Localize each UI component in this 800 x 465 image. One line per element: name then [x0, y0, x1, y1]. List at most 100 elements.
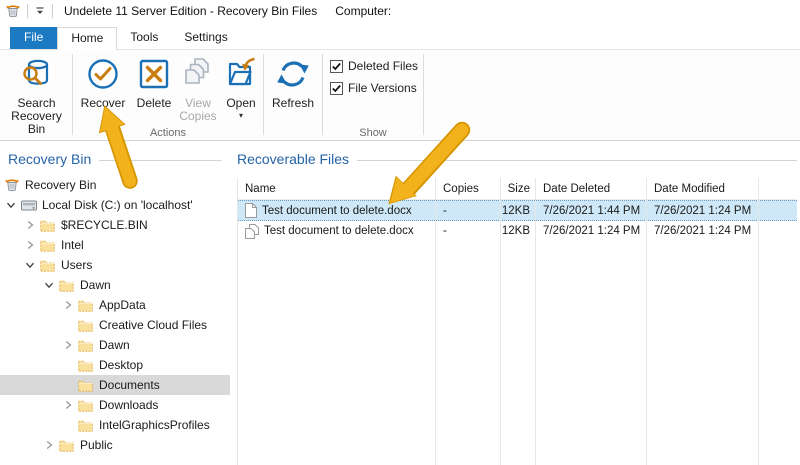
tab-tools[interactable]: Tools — [117, 27, 171, 49]
ribbon-tab-strip: File Home Tools Settings — [0, 22, 800, 50]
cell-text: 7/26/2021 1:24 PM — [654, 225, 751, 237]
tab-home[interactable]: Home — [57, 27, 117, 50]
show-group-checkboxes: Deleted Files File Versions — [330, 58, 418, 102]
column-header-size[interactable]: Size — [501, 178, 536, 199]
heading-rule — [99, 160, 222, 161]
cell-text: 7/26/2021 1:24 PM — [654, 205, 751, 217]
actions-group-label: Actions — [74, 127, 262, 139]
chevron-right-icon[interactable] — [44, 440, 59, 450]
recoverable-files-heading-text: Recoverable Files — [237, 151, 349, 167]
column-header-date-deleted[interactable]: Date Deleted — [536, 178, 647, 199]
tree-item-dawn[interactable]: Dawn — [0, 335, 230, 355]
tree-item-label: Creative Cloud Files — [96, 318, 207, 332]
search-button-label: Search Recovery Bin — [2, 97, 71, 136]
chevron-down-icon[interactable] — [25, 260, 40, 270]
tree-item-appdata[interactable]: AppData — [0, 295, 230, 315]
file-row-test-document-to-delete-docx[interactable]: Test document to delete.docx-12KB7/26/20… — [238, 221, 797, 241]
column-header-copies[interactable]: Copies — [436, 178, 501, 199]
group-separator — [72, 54, 73, 135]
tree-item-recovery-bin[interactable]: Recovery Bin — [0, 175, 230, 195]
chevron-down-icon[interactable] — [6, 200, 21, 210]
chevron-down-icon: ▾ — [239, 112, 243, 119]
recoverable-files-panel: Recoverable Files NameCopiesSizeDate Del… — [237, 142, 797, 465]
cell-text: 7/26/2021 1:24 PM — [543, 225, 640, 237]
tree-item-label: Dawn — [96, 338, 130, 352]
tab-settings[interactable]: Settings — [171, 27, 240, 49]
tab-file[interactable]: File — [10, 27, 57, 49]
tree-item-dawn[interactable]: Dawn — [0, 275, 230, 295]
date-deleted-cell: 7/26/2021 1:24 PM — [536, 221, 647, 241]
search-group: Search Recovery Bin — [2, 50, 71, 140]
view-copies-button[interactable]: View Copies — [176, 50, 220, 123]
date-modified-cell: 7/26/2021 1:24 PM — [647, 201, 759, 220]
recover-button-label: Recover — [81, 97, 126, 110]
tree-item-label: Downloads — [96, 398, 158, 412]
date-modified-cell: 7/26/2021 1:24 PM — [647, 221, 759, 241]
chevron-down-icon[interactable] — [44, 280, 59, 290]
date-deleted-cell: 7/26/2021 1:44 PM — [536, 201, 647, 220]
tree-item-label: $RECYCLE.BIN — [58, 218, 148, 232]
tree-item-users[interactable]: Users — [0, 255, 230, 275]
app-icon — [4, 3, 22, 19]
tree-item-local-disk-c-on-localhost[interactable]: Local Disk (C:) on 'localhost' — [0, 195, 230, 215]
search-bin-icon — [17, 54, 57, 94]
recover-icon — [83, 54, 123, 94]
tree-item-documents[interactable]: Documents — [0, 375, 230, 395]
cell-text: Test document to delete.docx — [264, 225, 414, 237]
file-row-test-document-to-delete-docx[interactable]: Test document to delete.docx-12KB7/26/20… — [238, 200, 797, 221]
tree-item-label: Public — [77, 438, 113, 452]
tree-item-intelgraphicsprofiles[interactable]: IntelGraphicsProfiles — [0, 415, 230, 435]
delete-icon — [134, 54, 174, 94]
chevron-right-icon[interactable] — [25, 240, 40, 250]
recovery-bin-heading: Recovery Bin — [0, 142, 230, 167]
divider — [52, 4, 53, 18]
group-separator — [322, 54, 323, 135]
tree-item-recycle-bin[interactable]: $RECYCLE.BIN — [0, 215, 230, 235]
tree-item-label: Desktop — [96, 358, 143, 372]
quick-access-dropdown-icon[interactable] — [33, 4, 47, 18]
folder-icon — [78, 339, 96, 352]
open-button[interactable]: Open ▾ — [220, 50, 262, 119]
chevron-right-icon[interactable] — [25, 220, 40, 230]
column-divider — [758, 178, 759, 465]
folder-icon — [40, 239, 58, 252]
chevron-right-icon[interactable] — [63, 300, 78, 310]
folder-icon — [78, 379, 96, 392]
divider — [27, 4, 28, 18]
tree-item-downloads[interactable]: Downloads — [0, 395, 230, 415]
file-list-header: NameCopiesSizeDate DeletedDate Modified — [238, 178, 797, 200]
folder-tree: Recovery BinLocal Disk (C:) on 'localhos… — [0, 175, 230, 455]
cell-text: 12KB — [502, 205, 530, 217]
refresh-button[interactable]: Refresh — [265, 50, 321, 110]
chevron-right-icon[interactable] — [63, 340, 78, 350]
tree-item-creative-cloud-files[interactable]: Creative Cloud Files — [0, 315, 230, 335]
folder-icon — [78, 359, 96, 372]
delete-button[interactable]: Delete — [132, 50, 176, 110]
folder-icon — [59, 439, 77, 452]
file-versions-checkbox[interactable]: File Versions — [330, 80, 418, 96]
size-cell: 12KB — [501, 221, 536, 241]
recover-button[interactable]: Recover — [74, 50, 132, 110]
view-copies-icon — [178, 54, 218, 94]
search-recovery-bin-button[interactable]: Search Recovery Bin — [2, 50, 71, 136]
view-copies-button-label: View Copies — [179, 97, 216, 123]
refresh-group: Refresh — [265, 50, 321, 140]
show-group-label: Show — [324, 127, 422, 139]
column-divider — [435, 178, 436, 465]
deleted-files-checkbox[interactable]: Deleted Files — [330, 58, 418, 74]
tree-item-label: IntelGraphicsProfiles — [96, 418, 210, 432]
tree-item-label: Documents — [96, 378, 160, 392]
tree-item-intel[interactable]: Intel — [0, 235, 230, 255]
column-header-date-modified[interactable]: Date Modified — [647, 178, 759, 199]
copies-cell: - — [436, 201, 501, 220]
folder-icon — [40, 259, 58, 272]
group-separator — [263, 54, 264, 135]
ribbon: Search Recovery Bin Recover Delete — [0, 50, 800, 141]
tree-item-desktop[interactable]: Desktop — [0, 355, 230, 375]
open-button-label: Open — [226, 97, 255, 110]
chevron-right-icon[interactable] — [63, 400, 78, 410]
folder-icon — [78, 399, 96, 412]
tree-item-public[interactable]: Public — [0, 435, 230, 455]
column-header-name[interactable]: Name — [238, 178, 436, 199]
title-bar: Undelete 11 Server Edition - Recovery Bi… — [0, 0, 800, 22]
